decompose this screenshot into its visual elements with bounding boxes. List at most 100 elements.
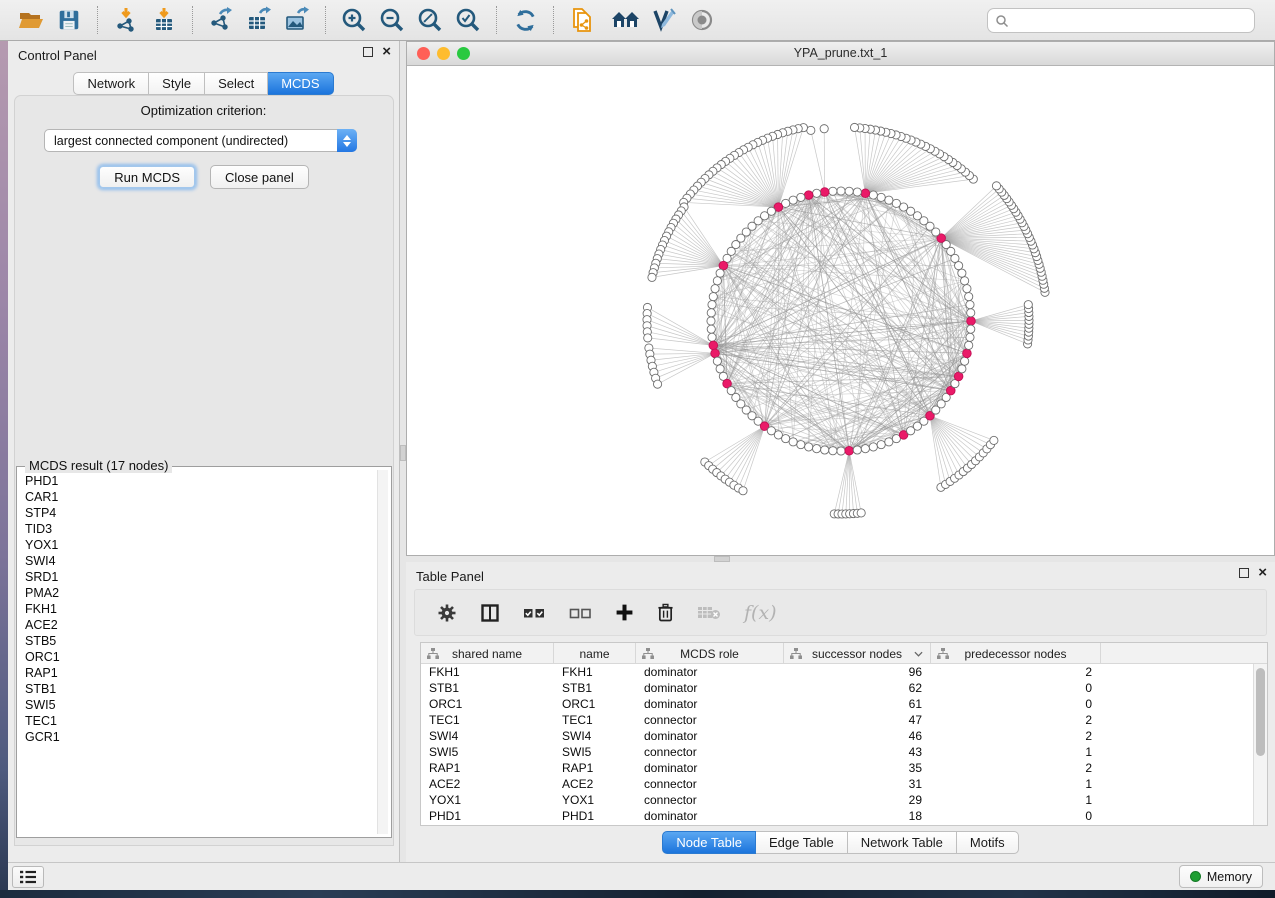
network-node[interactable] <box>709 293 717 301</box>
column-header-name[interactable]: name <box>554 643 636 664</box>
network-hub-node[interactable] <box>967 317 976 326</box>
memory-button[interactable]: Memory <box>1179 865 1263 888</box>
zoom-in-button[interactable] <box>335 3 373 37</box>
network-node[interactable] <box>782 435 790 443</box>
network-node[interactable] <box>967 309 975 317</box>
table-row[interactable]: PHD1PHD1dominator180 <box>421 808 1267 824</box>
network-node[interactable] <box>992 182 1000 190</box>
add-row-button[interactable] <box>615 603 634 622</box>
network-node[interactable] <box>965 341 973 349</box>
column-header-mcds-role[interactable]: MCDS role <box>636 643 784 664</box>
select-all-button[interactable] <box>523 605 546 621</box>
network-node[interactable] <box>965 293 973 301</box>
column-header-predecessor-nodes[interactable]: predecessor nodes <box>931 643 1101 664</box>
import-network-button[interactable] <box>107 3 145 37</box>
network-node[interactable] <box>711 285 719 293</box>
mcds-result-item[interactable]: CAR1 <box>25 489 375 505</box>
network-node[interactable] <box>966 301 974 309</box>
tab-node-table[interactable]: Node Table <box>662 831 756 854</box>
network-node[interactable] <box>885 438 893 446</box>
network-node[interactable] <box>869 443 877 451</box>
mcds-result-item[interactable]: PHD1 <box>25 473 375 489</box>
mcds-result-item[interactable]: STP4 <box>25 505 375 521</box>
network-node[interactable] <box>961 357 969 365</box>
network-hub-node[interactable] <box>709 341 718 350</box>
tab-style[interactable]: Style <box>149 72 205 95</box>
table-row[interactable]: SWI5SWI5connector431 <box>421 744 1267 760</box>
network-node[interactable] <box>713 277 721 285</box>
mcds-result-item[interactable]: YOX1 <box>25 537 375 553</box>
network-node[interactable] <box>789 196 797 204</box>
tab-network[interactable]: Network <box>73 72 149 95</box>
mcds-result-item[interactable]: FKH1 <box>25 601 375 617</box>
mcds-result-item[interactable]: TEC1 <box>25 713 375 729</box>
network-hub-node[interactable] <box>963 349 972 358</box>
table-row[interactable]: RAP1RAP1dominator352 <box>421 760 1267 776</box>
tab-motifs[interactable]: Motifs <box>957 831 1019 854</box>
eye-button[interactable] <box>683 3 721 37</box>
network-node[interactable] <box>963 285 971 293</box>
network-node[interactable] <box>707 317 715 325</box>
zoom-selected-button[interactable] <box>449 3 487 37</box>
network-node[interactable] <box>716 365 724 373</box>
network-node[interactable] <box>713 357 721 365</box>
mcds-result-item[interactable]: SWI4 <box>25 553 375 569</box>
settings-gear-button[interactable] <box>437 603 457 623</box>
network-hub-node[interactable] <box>820 188 829 197</box>
network-node[interactable] <box>857 509 865 517</box>
network-node[interactable] <box>644 334 652 342</box>
table-row[interactable]: ACE2ACE2connector311 <box>421 776 1267 792</box>
mcds-list-scrollbar[interactable] <box>377 470 388 834</box>
network-node[interactable] <box>653 380 661 388</box>
mcds-result-item[interactable]: RAP1 <box>25 665 375 681</box>
close-panel-icon[interactable]: × <box>1258 568 1267 578</box>
import-table-button[interactable] <box>145 3 183 37</box>
tab-select[interactable]: Select <box>205 72 268 95</box>
mcds-result-item[interactable]: TID3 <box>25 521 375 537</box>
save-button[interactable] <box>50 3 88 37</box>
tab-mcds[interactable]: MCDS <box>268 72 333 95</box>
function-button[interactable]: f(x) <box>744 602 777 624</box>
column-header-shared-name[interactable]: shared name <box>421 643 554 664</box>
mcds-result-item[interactable]: STB5 <box>25 633 375 649</box>
scrollbar-thumb[interactable] <box>1256 668 1265 756</box>
mcds-result-item[interactable]: STB1 <box>25 681 375 697</box>
network-node[interactable] <box>877 193 885 201</box>
network-node[interactable] <box>789 438 797 446</box>
table-row[interactable]: SWI4SWI4dominator462 <box>421 728 1267 744</box>
network-node[interactable] <box>813 189 821 197</box>
network-hub-node[interactable] <box>845 446 854 455</box>
network-node[interactable] <box>958 365 966 373</box>
optimization-criterion-dropdown[interactable]: largest connected component (undirected) <box>44 129 357 152</box>
network-node[interactable] <box>708 301 716 309</box>
task-history-button[interactable] <box>12 866 44 888</box>
network-node[interactable] <box>892 199 900 207</box>
network-node[interactable] <box>648 273 656 281</box>
float-panel-icon[interactable] <box>363 47 373 57</box>
network-node[interactable] <box>797 193 805 201</box>
network-node[interactable] <box>739 487 747 495</box>
vizmapper-button[interactable] <box>645 3 683 37</box>
network-node[interactable] <box>821 446 829 454</box>
table-scrollbar[interactable] <box>1253 664 1267 825</box>
houses-button[interactable] <box>607 3 645 37</box>
close-panel-button[interactable]: Close panel <box>210 165 309 189</box>
table-delete-button[interactable] <box>697 604 721 621</box>
network-hub-node[interactable] <box>804 191 813 200</box>
mcds-result-item[interactable]: ACE2 <box>25 617 375 633</box>
deselect-all-button[interactable] <box>569 605 592 621</box>
mcds-result-item[interactable]: GCR1 <box>25 729 375 745</box>
mcds-result-item[interactable]: PMA2 <box>25 585 375 601</box>
search-field[interactable] <box>987 8 1255 33</box>
tab-edge-table[interactable]: Edge Table <box>756 831 848 854</box>
network-node[interactable] <box>829 187 837 195</box>
delete-button[interactable] <box>657 602 674 623</box>
refresh-button[interactable] <box>506 3 544 37</box>
close-panel-icon[interactable]: × <box>382 47 391 57</box>
run-mcds-button[interactable]: Run MCDS <box>98 165 196 189</box>
network-node[interactable] <box>877 441 885 449</box>
export-image-button[interactable] <box>278 3 316 37</box>
network-graph[interactable] <box>407 66 1274 555</box>
network-window-titlebar[interactable]: YPA_prune.txt_1 <box>407 42 1274 66</box>
network-node[interactable] <box>853 188 861 196</box>
